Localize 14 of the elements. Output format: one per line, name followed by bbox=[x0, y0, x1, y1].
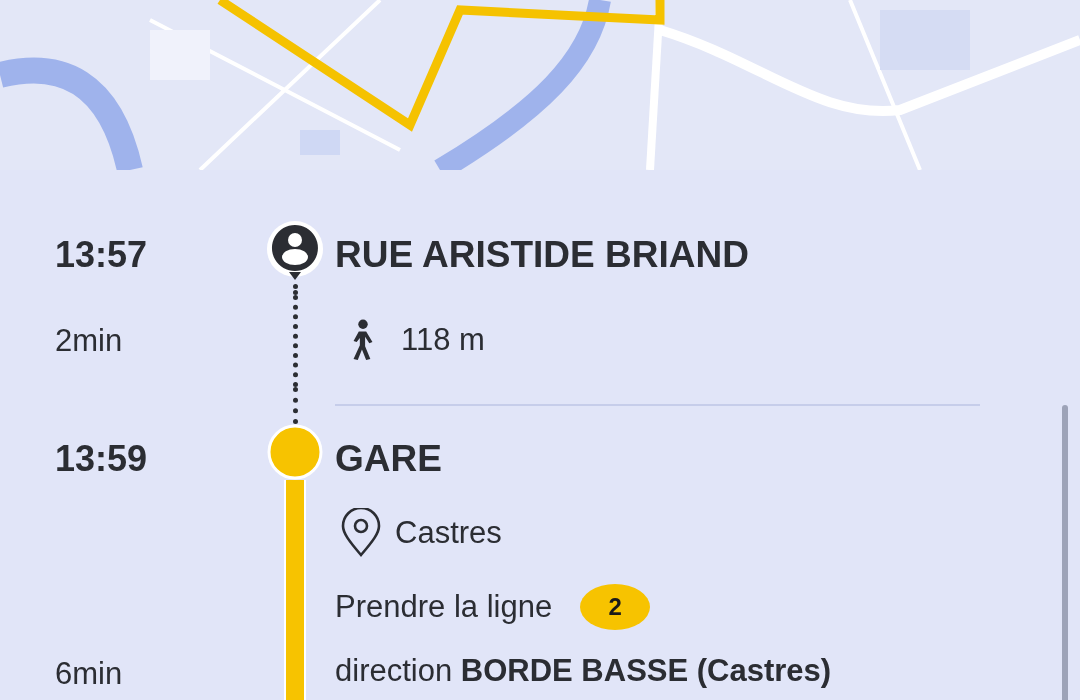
stop-city: Castres bbox=[395, 514, 502, 551]
stop-name: RUE ARISTIDE BRIAND bbox=[335, 233, 750, 277]
scrollbar[interactable] bbox=[1062, 405, 1068, 700]
direction-text: direction BORDE BASSE (Castres) bbox=[335, 651, 833, 690]
take-line-label: Prendre la ligne bbox=[335, 589, 553, 626]
location-pin-icon bbox=[339, 507, 383, 558]
stop-dot-icon bbox=[267, 424, 323, 481]
departure-time: 13:59 bbox=[55, 437, 149, 482]
line-number-badge: 2 bbox=[580, 584, 651, 631]
departure-time: 13:57 bbox=[55, 233, 149, 277]
duration: 2min bbox=[55, 323, 124, 360]
stop-name: GARE bbox=[335, 437, 443, 482]
walking-distance: 118 m bbox=[401, 322, 485, 359]
duration: 6min bbox=[55, 656, 124, 693]
